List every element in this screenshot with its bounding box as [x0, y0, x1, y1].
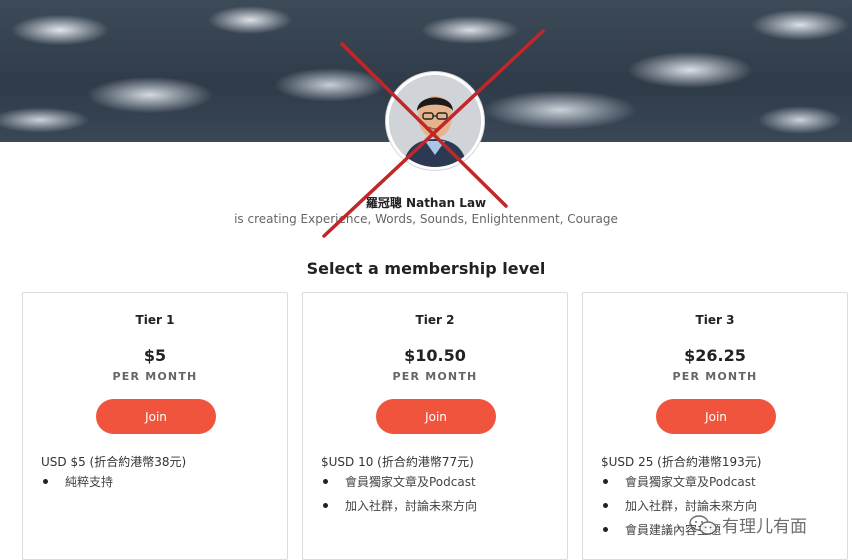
join-button-tier-2[interactable]: Join: [376, 399, 496, 434]
tier-period: PER MONTH: [392, 370, 478, 383]
benefit-item: 會員獨家文章及Podcast: [321, 475, 477, 499]
wechat-icon: [689, 514, 717, 535]
tier-card-1: Tier 1 $5 PER MONTH Join USD $5 (折合約港幣38…: [22, 292, 288, 560]
tier-description: $USD 10 (折合約港幣77元): [321, 455, 474, 469]
creator-avatar[interactable]: [386, 72, 484, 170]
tier-price: $5: [143, 346, 167, 365]
join-button-tier-3[interactable]: Join: [656, 399, 776, 434]
tier-period: PER MONTH: [672, 370, 758, 383]
benefit-list: 純粹支持: [41, 475, 113, 499]
tier-card-2: Tier 2 $10.50 PER MONTH Join $USD 10 (折合…: [302, 292, 568, 560]
tier-name: Tier 1: [135, 313, 175, 327]
join-button-tier-1[interactable]: Join: [96, 399, 216, 434]
section-title: Select a membership level: [306, 259, 546, 278]
avatar-photo-icon: [389, 75, 481, 167]
watermark: 有理儿有面: [688, 512, 807, 537]
creator-tagline: is creating Experience, Words, Sounds, E…: [234, 212, 618, 226]
tier-name: Tier 3: [695, 313, 735, 327]
tier-period: PER MONTH: [112, 370, 198, 383]
tier-name: Tier 2: [415, 313, 455, 327]
benefit-item: 純粹支持: [41, 475, 113, 499]
creator-name: 羅冠聰 Nathan Law: [365, 196, 487, 210]
benefit-item: 會員獨家文章及Podcast: [601, 475, 757, 499]
tier-description: USD $5 (折合約港幣38元): [41, 455, 187, 469]
benefit-list: 會員獨家文章及Podcast 加入社群，討論未來方向: [321, 475, 477, 523]
tier-description: $USD 25 (折合約港幣193元): [601, 455, 762, 469]
tier-price: $26.25: [684, 346, 746, 365]
tier-price: $10.50: [404, 346, 466, 365]
benefit-item: 加入社群，討論未來方向: [321, 499, 477, 523]
watermark-text: 有理儿有面: [722, 517, 807, 537]
